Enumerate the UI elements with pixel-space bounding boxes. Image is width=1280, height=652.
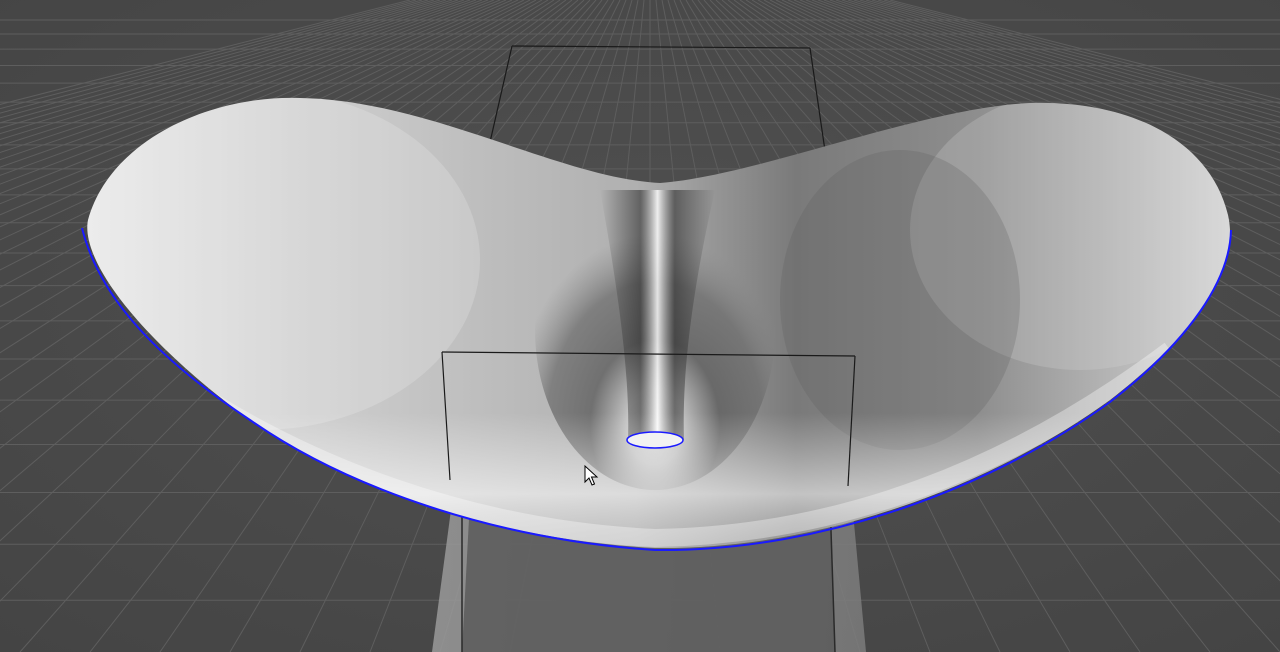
center-hole[interactable] [626,431,684,449]
viewport-canvas[interactable] [0,0,1280,652]
3d-viewport[interactable] [0,0,1280,652]
